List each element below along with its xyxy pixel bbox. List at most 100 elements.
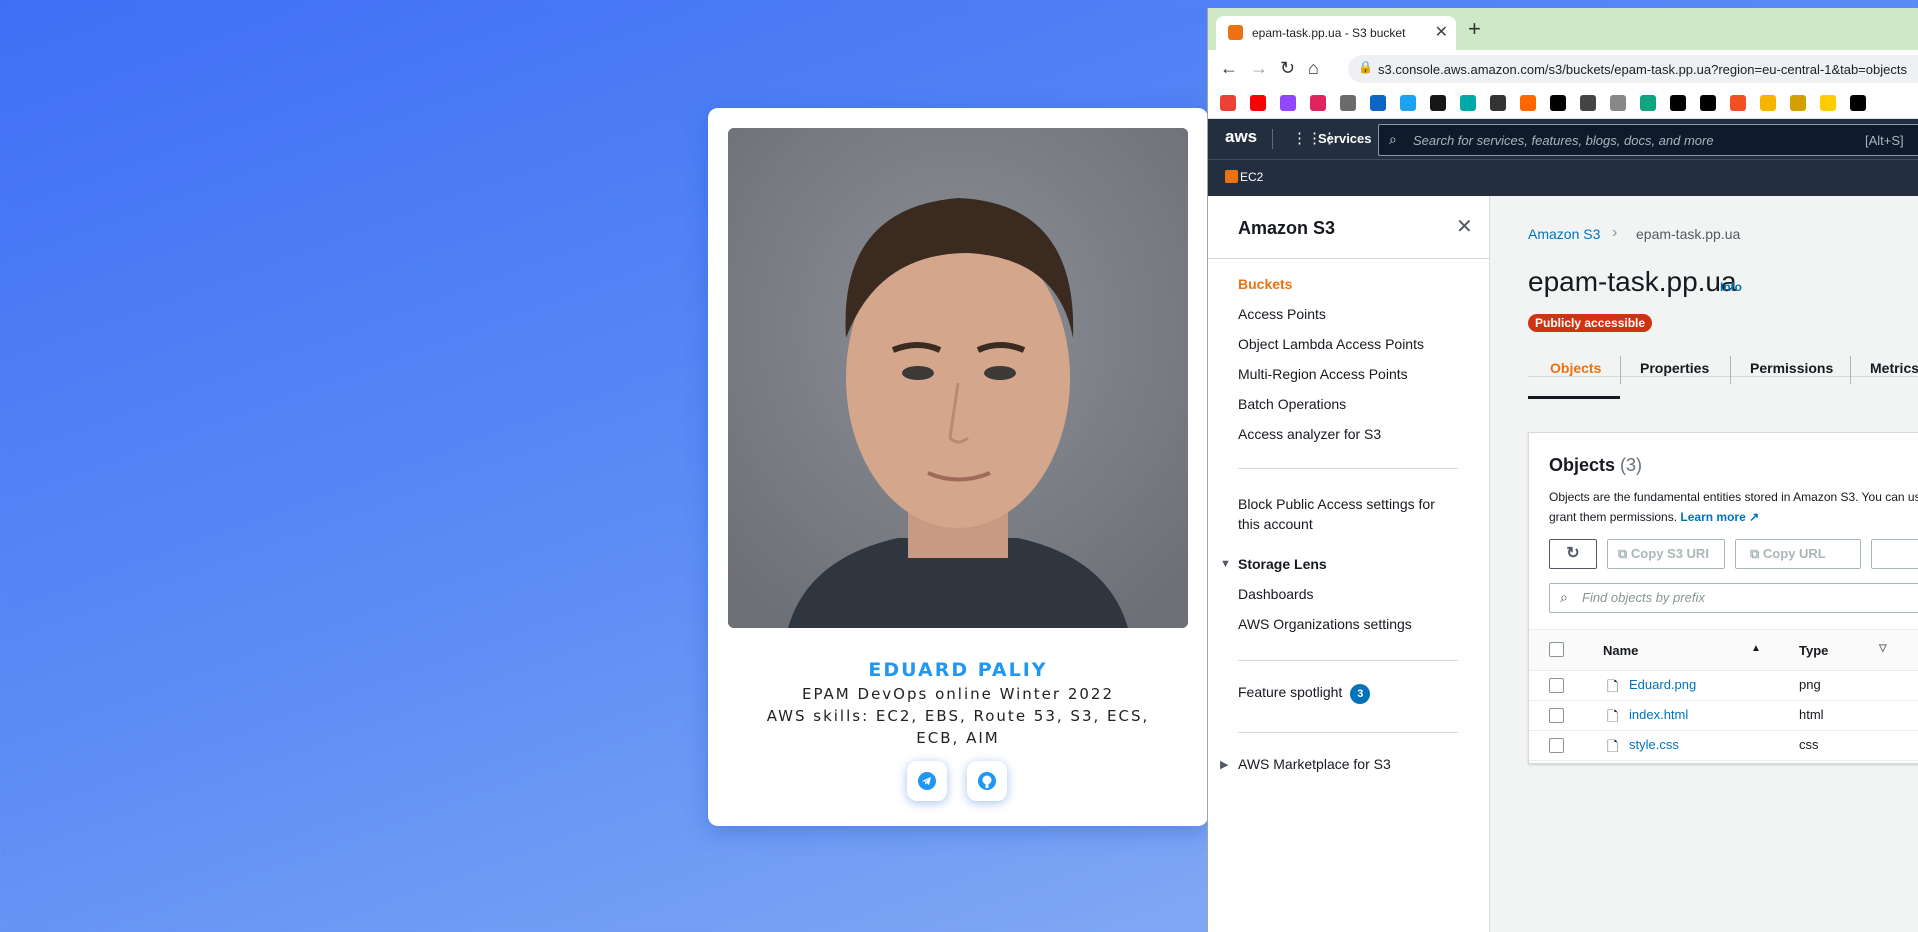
copy-url-label: Copy URL	[1762, 546, 1826, 561]
github-button[interactable]	[967, 761, 1007, 801]
sidebar-item-feature-spotlight[interactable]: Feature spotlight 3	[1238, 684, 1371, 704]
sort-asc-icon[interactable]: ▲	[1751, 643, 1761, 654]
bookmark-icon[interactable]	[1760, 95, 1776, 111]
select-all-checkbox[interactable]	[1549, 642, 1564, 657]
bookmark-icon[interactable]	[1220, 95, 1236, 111]
bookmark-icon[interactable]	[1550, 95, 1566, 111]
forward-icon[interactable]: →	[1250, 58, 1268, 79]
row-checkbox[interactable]	[1549, 708, 1564, 723]
home-icon[interactable]: ⌂	[1308, 58, 1319, 79]
bookmark-icon[interactable]	[1430, 95, 1446, 111]
object-type: css	[1799, 737, 1819, 752]
page-title: epam-task.pp.ua	[1528, 266, 1737, 297]
bookmark-icon[interactable]	[1730, 95, 1746, 111]
sidebar-item-block-public-access-2[interactable]: this account	[1238, 516, 1313, 532]
file-icon: 🗋	[1607, 678, 1619, 694]
learn-more-link[interactable]: Learn more	[1680, 510, 1745, 524]
bookmark-icon[interactable]	[1370, 95, 1386, 111]
bookmark-icon[interactable]	[1640, 95, 1656, 111]
github-icon	[978, 772, 996, 790]
bookmark-icon[interactable]	[1700, 95, 1716, 111]
bookmark-icon[interactable]	[1610, 95, 1626, 111]
tab-metrics[interactable]: Metrics	[1870, 360, 1918, 376]
sort-icon[interactable]: ▽	[1879, 643, 1887, 654]
aws-logo[interactable]: aws	[1225, 127, 1257, 147]
copy-url-button[interactable]: ⧉ Copy URL	[1735, 539, 1861, 569]
divider	[1620, 356, 1621, 384]
tab-permissions[interactable]: Permissions	[1750, 360, 1833, 376]
services-menu[interactable]: Services	[1318, 131, 1372, 146]
profile-card: EDUARD PALIY EPAM DevOps online Winter 2…	[708, 108, 1208, 826]
sidebar-item-marketplace[interactable]: AWS Marketplace for S3	[1238, 756, 1391, 772]
lock-icon[interactable]: 🔒	[1358, 60, 1373, 74]
refresh-button[interactable]: ↻	[1549, 539, 1597, 569]
divider	[1730, 356, 1731, 384]
tab-properties[interactable]: Properties	[1640, 360, 1709, 376]
aws-search-input[interactable]: ⌕ Search for services, features, blogs, …	[1378, 124, 1918, 156]
sidebar-item-dashboards[interactable]: Dashboards	[1238, 586, 1314, 602]
address-bar[interactable]: 🔒 s3.console.aws.amazon.com/s3/buckets/e…	[1348, 55, 1918, 83]
sidebar-item-block-public-access[interactable]: Block Public Access settings for	[1238, 496, 1435, 512]
back-icon[interactable]: ←	[1220, 58, 1238, 79]
filter-placeholder: Find objects by prefix	[1582, 590, 1705, 605]
file-icon: 🗋	[1607, 708, 1619, 724]
find-objects-input[interactable]: ⌕ Find objects by prefix	[1549, 583, 1918, 613]
bookmark-icon[interactable]	[1250, 95, 1266, 111]
bookmark-icon[interactable]	[1280, 95, 1296, 111]
telegram-button[interactable]	[907, 761, 947, 801]
object-name-link[interactable]: style.css	[1629, 737, 1679, 752]
tab-strip: epam-task.pp.ua - S3 bucket ✕ +	[1208, 8, 1918, 50]
services-grid-icon[interactable]: ⋮⋮⋮	[1292, 131, 1337, 147]
bookmark-icon[interactable]	[1460, 95, 1476, 111]
sidebar-item-multi-region[interactable]: Multi-Region Access Points	[1238, 366, 1408, 382]
info-link[interactable]: Info	[1720, 280, 1742, 294]
object-name-link[interactable]: index.html	[1629, 707, 1688, 722]
column-type[interactable]: Type	[1799, 643, 1828, 658]
caret-right-icon[interactable]: ▶	[1220, 758, 1228, 771]
bookmark-icon[interactable]	[1850, 95, 1866, 111]
bucket-tabs: Objects Properties Permissions Metrics	[1528, 326, 1918, 399]
row-checkbox[interactable]	[1549, 678, 1564, 693]
tab-objects[interactable]: Objects	[1550, 360, 1601, 376]
sidebar-item-access-points[interactable]: Access Points	[1238, 306, 1326, 322]
bookmark-icon[interactable]	[1490, 95, 1506, 111]
sidebar-item-buckets[interactable]: Buckets	[1238, 276, 1292, 292]
copy-s3-uri-button[interactable]: ⧉ Copy S3 URI	[1607, 539, 1725, 569]
reload-icon[interactable]: ↻	[1280, 58, 1295, 79]
profile-skills: AWS skills: EC2, EBS, Route 53, S3, ECS,…	[766, 707, 1150, 747]
bookmark-icon[interactable]	[1520, 95, 1536, 111]
objects-panel: Objects (3) Objects are the fundamental …	[1528, 432, 1918, 764]
sidebar-section-storage-lens[interactable]: Storage Lens	[1238, 556, 1327, 572]
new-tab-icon[interactable]: +	[1468, 16, 1481, 42]
bookmark-icon[interactable]	[1820, 95, 1836, 111]
sidebar-item-access-analyzer[interactable]: Access analyzer for S3	[1238, 426, 1381, 442]
objects-desc-line-2-text: grant them permissions.	[1549, 510, 1678, 524]
bookmark-icon[interactable]	[1790, 95, 1806, 111]
refresh-icon: ↻	[1566, 545, 1580, 562]
bookmarks-bar	[1208, 88, 1918, 119]
sidebar-item-org-settings[interactable]: AWS Organizations settings	[1238, 616, 1412, 632]
row-checkbox[interactable]	[1549, 738, 1564, 753]
breadcrumb-amazon-s3[interactable]: Amazon S3	[1528, 226, 1600, 242]
bookmark-icon[interactable]	[1340, 95, 1356, 111]
favorite-ec2[interactable]: EC2	[1240, 170, 1263, 184]
objects-desc-line-1: Objects are the fundamental entities sto…	[1549, 490, 1918, 504]
bookmark-icon[interactable]	[1580, 95, 1596, 111]
sidebar-item-batch-operations[interactable]: Batch Operations	[1238, 396, 1346, 412]
bookmark-icon[interactable]	[1400, 95, 1416, 111]
bookmark-icon[interactable]	[1670, 95, 1686, 111]
more-actions-button[interactable]	[1871, 539, 1918, 569]
search-icon: ⌕	[1560, 589, 1568, 605]
search-icon: ⌕	[1389, 131, 1397, 147]
search-placeholder: Search for services, features, blogs, do…	[1413, 133, 1714, 148]
tab-close-icon[interactable]: ✕	[1435, 22, 1448, 42]
objects-description: Objects are the fundamental entities sto…	[1549, 487, 1918, 527]
close-icon[interactable]: ✕	[1456, 214, 1473, 239]
table-row: 🗋 Eduard.png png	[1529, 670, 1918, 701]
sidebar-item-object-lambda[interactable]: Object Lambda Access Points	[1238, 336, 1424, 352]
caret-down-icon[interactable]: ▼	[1220, 558, 1231, 570]
browser-tab[interactable]: epam-task.pp.ua - S3 bucket ✕	[1216, 16, 1456, 50]
bookmark-icon[interactable]	[1310, 95, 1326, 111]
object-name-link[interactable]: Eduard.png	[1629, 677, 1696, 692]
column-name[interactable]: Name	[1603, 643, 1638, 658]
